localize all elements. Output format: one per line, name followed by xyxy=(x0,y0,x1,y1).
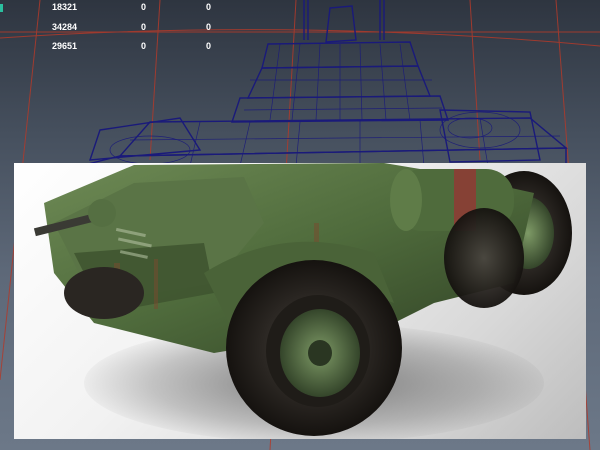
left-front-wheel xyxy=(64,267,144,319)
armored-car-render xyxy=(33,163,572,436)
mid-tire xyxy=(444,208,524,308)
wireframe-model[interactable] xyxy=(0,0,600,170)
render-view-image[interactable] xyxy=(14,163,586,439)
front-tire xyxy=(226,260,402,436)
maya-viewport[interactable]: 18321 0 0 34284 0 0 29651 0 0 xyxy=(0,0,600,450)
